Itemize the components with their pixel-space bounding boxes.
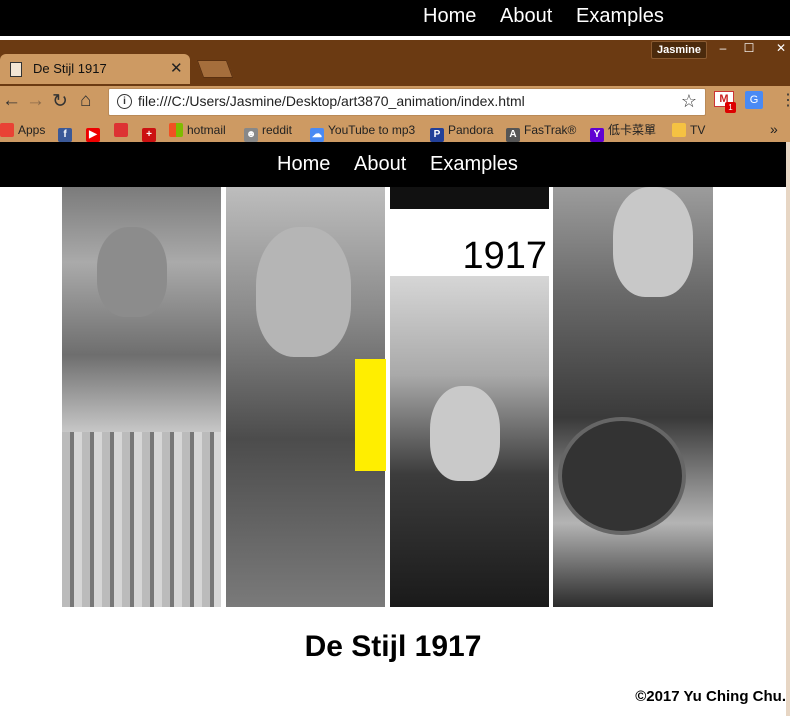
nav-examples-link[interactable]: Examples [430,153,518,176]
bookmark-flag[interactable]: + [142,121,160,142]
bookmark-youtube[interactable]: ▶ [86,121,104,142]
panel-year-label: 1917 [462,235,547,277]
bookmark-apps[interactable]: Apps [0,121,45,139]
back-arrow-icon[interactable]: ← [2,90,21,112]
bookmark-facebook[interactable]: f [58,121,76,142]
document-icon [10,62,22,77]
bookmark-bank[interactable] [114,121,132,139]
portrait-face [613,187,693,297]
youtube-icon: ▶ [86,128,100,142]
new-tab-button[interactable] [196,60,234,78]
cloud-icon: ☁ [310,128,324,142]
bookmark-fastrak[interactable]: A FasTrak® [506,121,576,142]
bank-icon [114,123,128,137]
outer-nav-about-link[interactable]: About [500,5,552,28]
menu-icon[interactable]: ⋮ [780,90,790,110]
portrait-face [430,386,500,481]
translate-extension-icon[interactable]: G [745,91,763,109]
profile-button[interactable]: Jasmine [651,41,707,59]
portrait-panel-3: 1917 [390,187,549,607]
portrait-face [256,227,351,357]
window-close-button[interactable]: ✕ [768,40,790,56]
bookmark-reddit[interactable]: ☻ reddit [244,121,292,142]
portrait-face [97,227,167,317]
portrait-photo [390,276,549,607]
outer-nav-bar: Home About Examples [0,0,790,36]
bookmark-youtube-to-mp3[interactable]: ☁ YouTube to mp3 [310,121,415,142]
folder-icon [672,123,686,137]
tab-title: De Stijl 1917 [33,61,107,76]
browser-tab[interactable]: De Stijl 1917 ✕ [0,54,190,84]
bookmark-yahoo[interactable]: Y 低卡菜單 [590,121,656,142]
portrait-panel-1 [62,187,221,607]
bookmark-hotmail[interactable]: hotmail [169,121,226,139]
hat-image [558,417,686,535]
yahoo-icon: Y [590,128,604,142]
facebook-icon: f [58,128,72,142]
browser-title-bar: Jasmine ‒ ☐ ✕ De Stijl 1917 ✕ [0,40,790,86]
bookmark-star-icon[interactable]: ☆ [681,91,697,112]
flag-icon: + [142,128,156,142]
window-right-edge [786,142,790,716]
address-bar-url[interactable]: file:///C:/Users/Jasmine/Desktop/art3870… [138,93,525,109]
tab-close-icon[interactable]: ✕ [170,59,183,77]
yellow-accent-block [355,359,386,471]
pandora-icon: P [430,128,444,142]
outer-nav-home-link[interactable]: Home [423,5,476,28]
site-nav-bar: Home About Examples [0,142,786,187]
address-bar[interactable]: i file:///C:/Users/Jasmine/Desktop/art38… [108,88,706,116]
nav-about-link[interactable]: About [354,153,406,176]
browser-toolbar: ← → ↻ ⌂ i file:///C:/Users/Jasmine/Deskt… [0,86,790,118]
bookmarks-overflow-icon[interactable]: » [770,121,778,137]
portrait-panel-4 [553,187,713,607]
footer-copyright: ©2017 Yu Ching Chu. [635,688,786,705]
bookmark-tv[interactable]: TV [672,121,705,139]
maximize-button[interactable]: ☐ [736,40,762,56]
home-icon[interactable]: ⌂ [80,90,91,112]
building-model-image [62,432,221,607]
info-icon[interactable]: i [117,94,132,109]
page-title: De Stijl 1917 [304,630,482,663]
bookmarks-bar: Apps f ▶ + hotmail ☻ reddit ☁ YouTube to m… [0,118,790,142]
black-bar [390,187,549,209]
reload-icon[interactable]: ↻ [52,90,68,113]
windows-icon [169,123,183,137]
outer-nav-examples-link[interactable]: Examples [576,5,664,28]
gmail-unread-badge: 1 [725,102,736,113]
apps-icon [0,123,14,137]
web-page: Home About Examples 1917 De Stijl 1917 ©… [0,142,786,716]
bookmark-pandora[interactable]: P Pandora [430,121,493,142]
nav-home-link[interactable]: Home [277,153,330,176]
fastrak-icon: A [506,128,520,142]
forward-arrow-icon[interactable]: → [26,90,45,112]
minimize-button[interactable]: ‒ [710,40,736,56]
reddit-icon: ☻ [244,128,258,142]
